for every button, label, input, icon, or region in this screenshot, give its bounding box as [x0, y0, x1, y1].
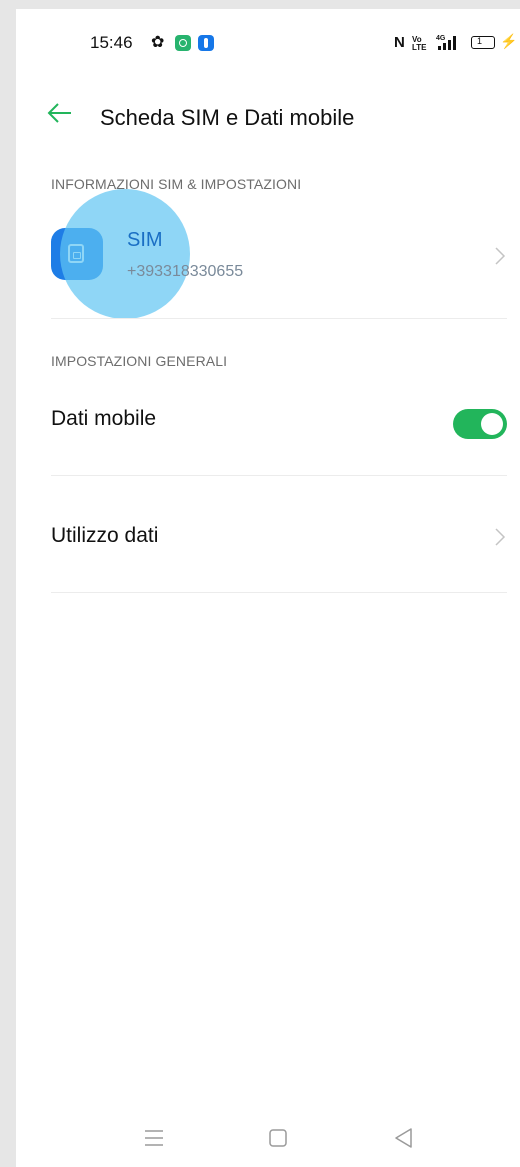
section-label-sim-info: INFORMAZIONI SIM & IMPOSTAZIONI: [51, 176, 302, 192]
signal-4g-icon: 4G: [436, 35, 456, 50]
menu-button[interactable]: [139, 1123, 169, 1153]
navigation-bar: [16, 1109, 520, 1167]
mobile-data-toggle[interactable]: [453, 409, 507, 439]
sim-name: SIM: [127, 229, 163, 251]
divider: [51, 475, 507, 476]
sim-card-icon: [51, 228, 103, 280]
sim-card-row[interactable]: SIM +393318330655: [16, 189, 520, 319]
battery-icon: 1: [471, 36, 495, 49]
usb-icon: [198, 35, 214, 51]
back-button[interactable]: [388, 1123, 418, 1153]
sim-phone-number: +393318330655: [127, 263, 244, 280]
home-icon: [269, 1129, 287, 1147]
chevron-right-icon: [495, 247, 506, 265]
nfc-icon: N: [394, 34, 405, 51]
back-arrow-button[interactable]: [46, 101, 74, 125]
page-title: Scheda SIM e Dati mobile: [100, 105, 355, 130]
battery-level-text: 1: [477, 36, 483, 46]
charging-bolt-icon: ⚡: [500, 33, 518, 49]
chevron-right-icon: [495, 528, 506, 546]
back-icon: [395, 1128, 412, 1148]
screen: 15:46 ✿ N Vo LTE 4G 1 ⚡ Scheda SIM e Dat…: [16, 9, 520, 1167]
divider: [51, 592, 507, 593]
settings-gear-icon: ✿: [151, 34, 165, 51]
mobile-data-row[interactable]: Dati mobile: [16, 389, 520, 449]
section-label-general: IMPOSTAZIONI GENERALI: [51, 353, 228, 369]
network-type: 4G: [436, 35, 446, 42]
mobile-data-label: Dati mobile: [51, 407, 157, 430]
data-usage-label: Utilizzo dati: [51, 524, 159, 547]
data-usage-row[interactable]: Utilizzo dati: [16, 506, 520, 566]
status-bar: 15:46 ✿ N Vo LTE 4G 1 ⚡: [16, 9, 520, 75]
volte-icon: Vo LTE: [412, 36, 427, 52]
divider: [51, 318, 507, 319]
back-arrow-icon: [47, 103, 71, 123]
menu-icon: [145, 1130, 163, 1146]
home-button[interactable]: [263, 1123, 293, 1153]
status-time: 15:46: [90, 33, 133, 52]
volte-bottom: LTE: [412, 43, 427, 52]
toggle-knob: [481, 413, 503, 435]
app-notification-icon: [175, 35, 191, 51]
